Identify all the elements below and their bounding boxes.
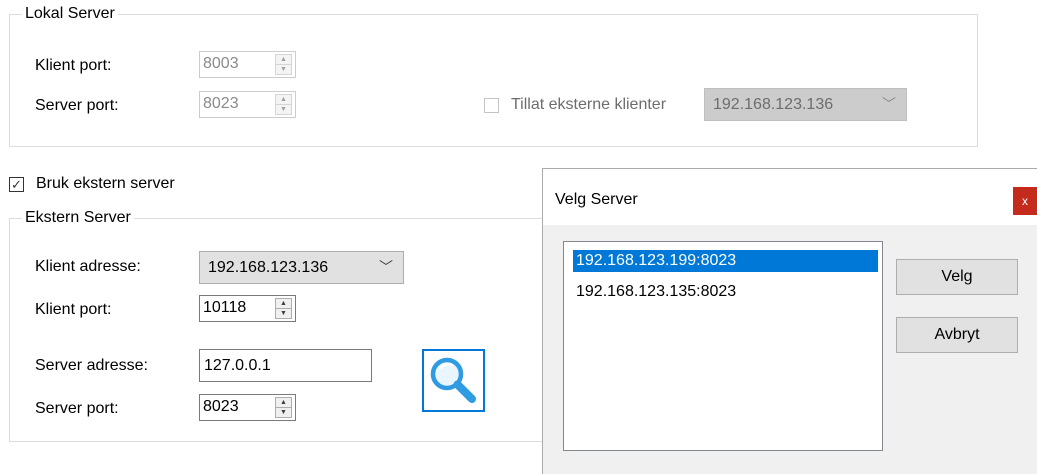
spin-down-icon[interactable]: ▼ xyxy=(276,309,291,319)
lokal-klient-port-value: 8003 xyxy=(203,55,239,72)
ekstern-server-port-spinner[interactable]: ▲ ▼ xyxy=(275,397,292,418)
lokal-server-port-spinner[interactable]: ▲ ▼ xyxy=(275,94,292,115)
bruk-ekstern-checkbox[interactable]: ✓ xyxy=(9,177,24,192)
spin-down-icon[interactable]: ▼ xyxy=(276,105,291,115)
spin-up-icon[interactable]: ▲ xyxy=(276,95,291,105)
list-item[interactable]: 192.168.123.199:8023 xyxy=(573,250,878,272)
window-content: Lokal Server Klient port: 8003 ▲ ▼ Serve… xyxy=(0,0,1037,474)
lokal-klient-port-stepper[interactable]: 8003 ▲ ▼ xyxy=(199,51,296,78)
ekstern-klient-port-stepper[interactable]: 10118 ▲ ▼ xyxy=(199,295,296,322)
klient-adresse-dropdown[interactable]: 192.168.123.136 ﹀ xyxy=(199,251,404,284)
search-server-button[interactable] xyxy=(422,349,485,412)
server-adresse-label: Server adresse: xyxy=(35,357,148,374)
server-adresse-input[interactable]: 127.0.0.1 xyxy=(199,349,372,382)
chevron-down-icon: ﹀ xyxy=(379,259,393,275)
ekstern-klient-port-label: Klient port: xyxy=(35,301,112,318)
search-icon xyxy=(430,357,476,403)
lokal-server-title: Lokal Server xyxy=(22,5,118,23)
ekstern-klient-port-spinner[interactable]: ▲ ▼ xyxy=(275,298,292,319)
tillat-eksterne-checkbox[interactable] xyxy=(484,98,499,113)
checkmark-icon: ✓ xyxy=(11,177,22,192)
dialog-title: Velg Server xyxy=(555,191,638,208)
lokal-klient-port-spinner[interactable]: ▲ ▼ xyxy=(275,54,292,75)
spin-up-icon[interactable]: ▲ xyxy=(276,299,291,309)
klient-adresse-label: Klient adresse: xyxy=(35,258,141,275)
tillat-eksterne-label: Tillat eksterne klienter xyxy=(511,96,667,113)
lokal-server-port-label: Server port: xyxy=(35,97,119,114)
spin-down-icon[interactable]: ▼ xyxy=(276,408,291,418)
spin-down-icon[interactable]: ▼ xyxy=(276,65,291,75)
ekstern-server-port-label: Server port: xyxy=(35,400,119,417)
lokal-ip-value: 192.168.123.136 xyxy=(713,96,834,113)
ekstern-server-port-value: 8023 xyxy=(203,398,239,415)
lokal-server-group: Lokal Server xyxy=(9,5,978,147)
lokal-klient-port-label: Klient port: xyxy=(35,57,112,74)
lokal-server-port-stepper[interactable]: 8023 ▲ ▼ xyxy=(199,91,296,118)
velg-server-dialog: Velg Server x 192.168.123.199:8023 192.1… xyxy=(542,168,1037,474)
bruk-ekstern-label: Bruk ekstern server xyxy=(36,175,175,192)
dialog-titlebar[interactable]: Velg Server x xyxy=(543,169,1037,225)
ekstern-server-title: Ekstern Server xyxy=(22,209,134,227)
klient-adresse-value: 192.168.123.136 xyxy=(208,259,329,276)
velg-button[interactable]: Velg xyxy=(896,259,1018,295)
list-item[interactable]: 192.168.123.135:8023 xyxy=(573,281,878,303)
ekstern-klient-port-value: 10118 xyxy=(203,299,247,316)
server-adresse-value: 127.0.0.1 xyxy=(204,357,271,374)
lokal-server-port-value: 8023 xyxy=(203,95,239,112)
avbryt-button[interactable]: Avbryt xyxy=(896,317,1018,353)
spin-up-icon[interactable]: ▲ xyxy=(276,55,291,65)
chevron-down-icon: ﹀ xyxy=(882,96,896,112)
lokal-ip-dropdown[interactable]: 192.168.123.136 ﹀ xyxy=(704,88,907,121)
ekstern-server-port-stepper[interactable]: 8023 ▲ ▼ xyxy=(199,394,296,421)
close-icon[interactable]: x xyxy=(1013,187,1037,215)
spin-up-icon[interactable]: ▲ xyxy=(276,398,291,408)
server-listbox[interactable]: 192.168.123.199:8023 192.168.123.135:802… xyxy=(563,241,883,451)
